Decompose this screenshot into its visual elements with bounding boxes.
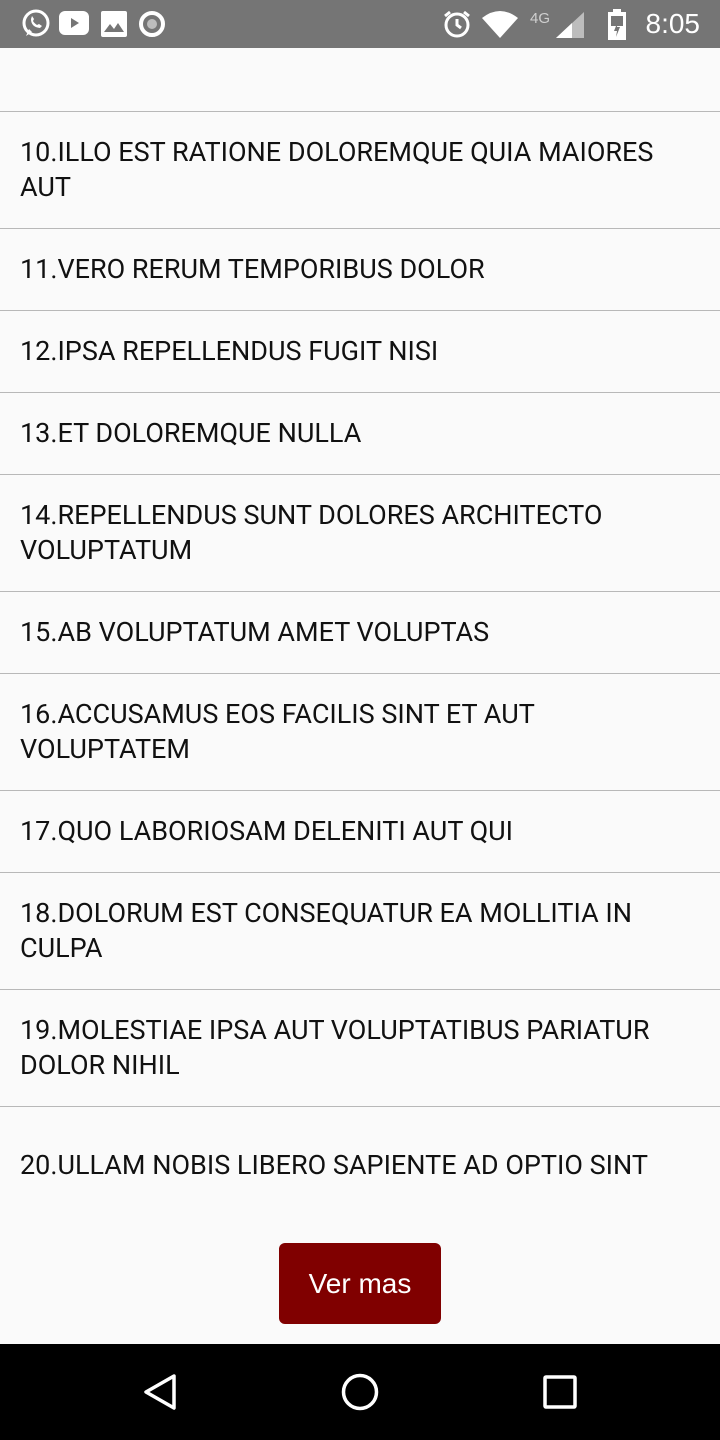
list-item-label: 17.QUO LABORIOSAM DELENITI AUT QUI (20, 815, 514, 847)
list-item[interactable]: 17.QUO LABORIOSAM DELENITI AUT QUI (0, 791, 720, 873)
list-item-label: 12.IPSA REPELLENDUS FUGIT NISI (20, 335, 439, 367)
list-top-spacer (0, 48, 720, 112)
list-item[interactable]: 18.DOLORUM EST CONSEQUATUR EA MOLLITIA I… (0, 873, 720, 990)
list-item[interactable]: 15.AB VOLUPTATUM AMET VOLUPTAS (0, 592, 720, 674)
circle-icon (138, 10, 166, 38)
status-time: 8:05 (645, 8, 701, 39)
list-item[interactable]: 11.VERO RERUM TEMPORIBUS DOLOR (0, 229, 720, 311)
list-item[interactable]: 14.REPELLENDUS SUNT DOLORES ARCHITECTO V… (0, 475, 720, 592)
list-item-label: 13.ET DOLOREMQUE NULLA (20, 417, 362, 449)
gallery-icon (101, 11, 127, 37)
list-item[interactable]: 16.ACCUSAMUS EOS FACILIS SINT ET AUT VOL… (0, 674, 720, 791)
list-item-label: 15.AB VOLUPTATUM AMET VOLUPTAS (20, 616, 490, 648)
list-item-label: 18.DOLORUM EST CONSEQUATUR EA MOLLITIA I… (20, 897, 632, 964)
list-item[interactable]: 10.ILLO EST RATIONE DOLOREMQUE QUIA MAIO… (0, 112, 720, 229)
youtube-icon (59, 11, 89, 35)
wifi-icon (482, 10, 518, 38)
navigation-bar (0, 1344, 720, 1440)
network-type-label: 4G (530, 10, 551, 27)
back-icon[interactable] (140, 1372, 180, 1412)
alarm-icon (442, 9, 472, 39)
list-item-label: 20.ULLAM NOBIS LIBERO SAPIENTE AD OPTIO … (20, 1149, 649, 1181)
list-item[interactable]: 13.ET DOLOREMQUE NULLA (0, 393, 720, 475)
status-bar: 4G 8:05 (0, 0, 720, 48)
battery-icon (607, 9, 627, 41)
list-item-label: 19.MOLESTIAE IPSA AUT VOLUPTATIBUS PARIA… (20, 1014, 650, 1081)
home-icon[interactable] (340, 1372, 380, 1412)
item-list: 10.ILLO EST RATIONE DOLOREMQUE QUIA MAIO… (0, 48, 720, 1224)
list-item-label: 16.ACCUSAMUS EOS FACILIS SINT ET AUT VOL… (20, 698, 535, 765)
list-item-label: 10.ILLO EST RATIONE DOLOREMQUE QUIA MAIO… (20, 136, 654, 203)
list-item-label: 11.VERO RERUM TEMPORIBUS DOLOR (20, 253, 485, 285)
list-item[interactable]: 19.MOLESTIAE IPSA AUT VOLUPTATIBUS PARIA… (0, 990, 720, 1107)
recents-icon[interactable] (540, 1372, 580, 1412)
list-item[interactable]: 20.ULLAM NOBIS LIBERO SAPIENTE AD OPTIO … (0, 1107, 720, 1224)
whatsapp-icon (20, 8, 52, 40)
list-item[interactable]: 12.IPSA REPELLENDUS FUGIT NISI (0, 311, 720, 393)
list-item-label: 14.REPELLENDUS SUNT DOLORES ARCHITECTO V… (20, 499, 603, 566)
signal-icon (556, 12, 584, 38)
see-more-button[interactable]: Ver mas (279, 1243, 441, 1324)
